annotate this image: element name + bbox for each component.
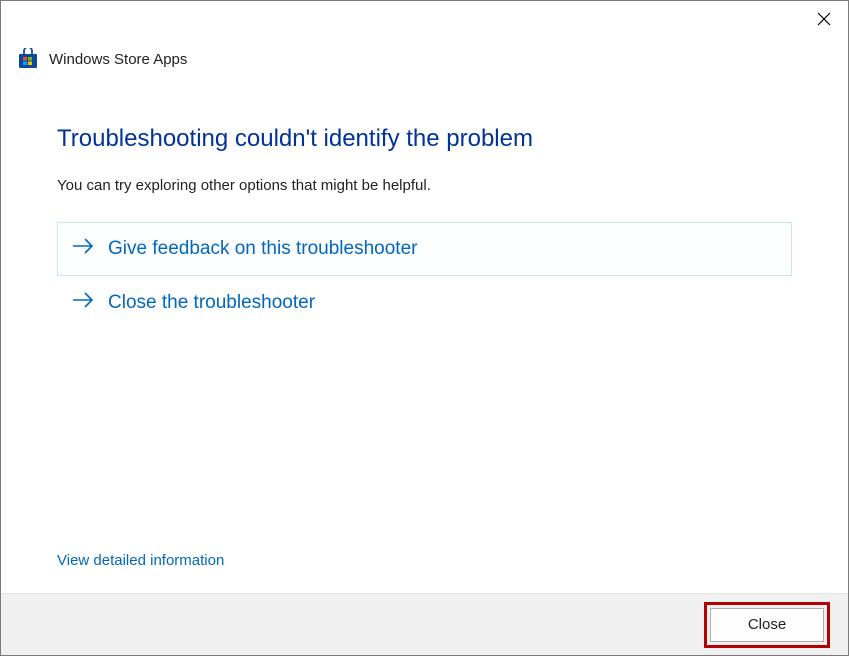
window-titlebar <box>1 1 848 37</box>
option-feedback[interactable]: Give feedback on this troubleshooter <box>57 222 792 276</box>
close-icon <box>817 12 831 31</box>
troubleshooter-window: Windows Store Apps Troubleshooting could… <box>0 0 849 656</box>
view-detailed-information-link[interactable]: View detailed information <box>57 552 224 569</box>
footer-bar: Close <box>1 593 848 655</box>
main-heading: Troubleshooting couldn't identify the pr… <box>57 125 792 153</box>
option-close-troubleshooter[interactable]: Close the troubleshooter <box>57 276 792 330</box>
subtext: You can try exploring other options that… <box>57 177 792 194</box>
window-close-button[interactable] <box>810 7 838 35</box>
option-label: Close the troubleshooter <box>108 292 315 314</box>
app-title: Windows Store Apps <box>49 51 187 68</box>
arrow-right-icon <box>72 237 94 261</box>
windows-store-icon <box>17 48 39 70</box>
arrow-right-icon <box>72 291 94 315</box>
close-button[interactable]: Close <box>710 608 824 642</box>
header-row: Windows Store Apps <box>1 37 848 77</box>
content-area: Troubleshooting couldn't identify the pr… <box>1 77 848 593</box>
option-label: Give feedback on this troubleshooter <box>108 238 417 260</box>
close-button-highlight: Close <box>704 602 830 648</box>
